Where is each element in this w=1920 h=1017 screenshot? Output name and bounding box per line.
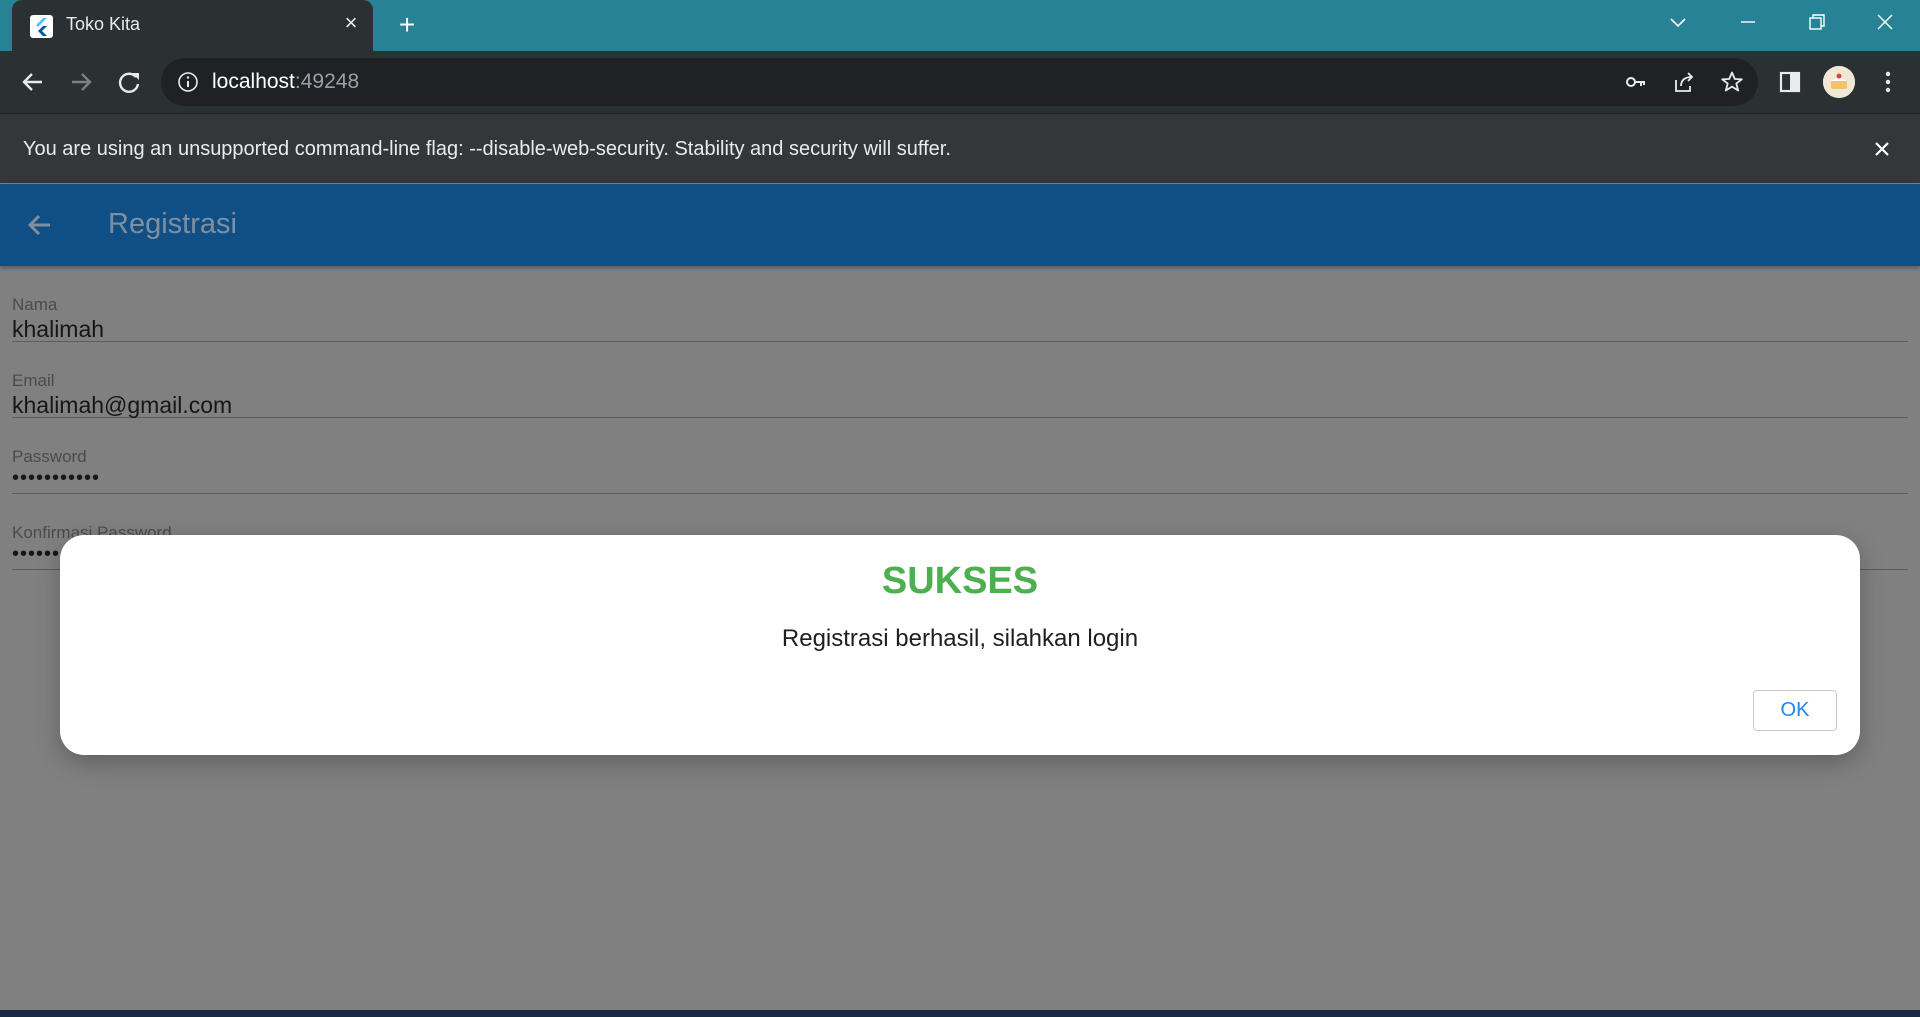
taskbar-edge [0,1010,1920,1017]
reload-icon[interactable] [112,65,146,99]
url-port: :49248 [294,70,360,93]
unsupported-flag-infobar: You are using an unsupported command-lin… [0,113,1920,183]
infobar-message: You are using an unsupported command-lin… [23,138,951,160]
success-dialog: SUKSES Registrasi berhasil, silahkan log… [60,535,1860,755]
share-icon[interactable] [1672,70,1696,94]
infobar-close-icon[interactable] [1869,136,1895,162]
star-icon[interactable] [1720,70,1744,94]
ok-button[interactable]: OK [1753,690,1837,731]
dialog-title: SUKSES [881,560,1039,602]
dialog-message: Registrasi berhasil, silahkan login [781,625,1139,652]
address-bar[interactable]: localhost:49248 [161,58,1758,106]
forward-arrow-icon[interactable] [64,65,98,99]
tab-title: Toko Kita [66,14,141,34]
url-text: localhost:49248 [212,70,359,94]
tab-search-chevron-icon[interactable] [1658,8,1698,38]
browser-toolbar: localhost:49248 [0,51,1920,113]
info-icon[interactable] [177,71,199,93]
kebab-menu-icon[interactable] [1875,69,1901,95]
new-tab-plus-icon[interactable]: + [392,10,422,40]
back-arrow-icon[interactable] [16,65,50,99]
profile-avatar[interactable] [1823,66,1855,98]
url-host: localhost [212,70,295,93]
window-close-icon[interactable] [1865,8,1905,38]
browser-tab[interactable]: Toko Kita × [12,0,373,51]
key-icon[interactable] [1624,70,1648,94]
side-panel-icon[interactable] [1777,69,1803,95]
restore-icon[interactable] [1796,8,1836,38]
minimize-icon[interactable] [1728,8,1768,38]
flutter-logo-icon [30,15,53,38]
browser-tab-strip: Toko Kita × + [0,0,1920,51]
tab-close-icon[interactable]: × [339,11,363,35]
